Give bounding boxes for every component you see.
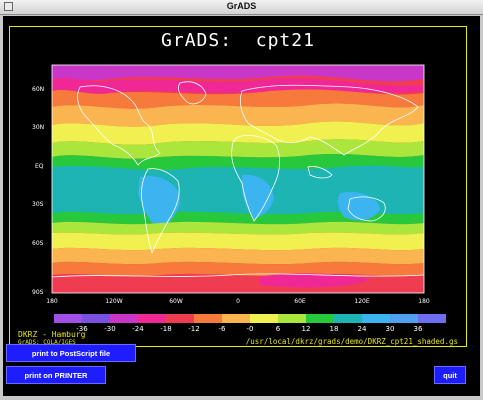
colorbar-label: -30 — [104, 325, 115, 333]
colorbar-label: 18 — [330, 325, 339, 333]
script-path: /usr/local/dkrz/grads/demo/DKRZ_cpt21_sh… — [245, 337, 458, 346]
lat-label: 30S — [32, 201, 44, 208]
print-postscript-button[interactable]: print to PostScript file — [6, 344, 136, 362]
lat-label: 30N — [32, 124, 44, 131]
colorbar-label: -24 — [132, 325, 144, 333]
colorbar: -36 -30 -24 -18 -12 -6 -0 6 12 18 24 30 36 — [54, 314, 446, 333]
colorbar-swatch — [334, 314, 362, 323]
lon-label: 60E — [294, 298, 306, 305]
lon-label: 120E — [354, 298, 369, 305]
lon-label: 180 — [418, 298, 430, 305]
colorbar-swatch — [306, 314, 334, 323]
colorbar-label: -0 — [247, 325, 254, 333]
colorbar-label: 12 — [302, 325, 311, 333]
map-field — [52, 65, 424, 293]
colorbar-swatch — [82, 314, 110, 323]
colorbar-swatch — [418, 314, 446, 323]
colorbar-swatch — [194, 314, 222, 323]
lat-axis-labels: 60N 30N EQ 30S 60S 90S — [32, 86, 44, 296]
temperature-map: 60N 30N EQ 30S 60S 90S 180 120W 60W 0 60… — [32, 64, 446, 333]
lat-label: 90S — [32, 289, 44, 296]
colorbar-label: -12 — [188, 325, 199, 333]
colorbar-label: 30 — [386, 325, 395, 333]
lon-axis-labels: 180 120W 60W 0 60E 120E 180 — [46, 298, 430, 305]
colorbar-label: -6 — [219, 325, 227, 333]
colorbar-swatch — [362, 314, 390, 323]
lat-label: EQ — [35, 163, 44, 170]
colorbar-swatch — [138, 314, 166, 323]
window-title: GrADS — [226, 1, 257, 11]
colorbar-label: -18 — [160, 325, 171, 333]
colorbar-swatch — [54, 314, 82, 323]
colorbar-label: 24 — [358, 325, 367, 333]
colorbar-swatch — [110, 314, 138, 323]
lat-label: 60S — [32, 240, 44, 247]
colorbar-swatch — [390, 314, 418, 323]
plot-area: GrADS: cpt21 60N 30N EQ 30S 60S 90S 180 … — [9, 26, 467, 347]
window-titlebar: GrADS — [0, 0, 483, 15]
lat-label: 60N — [32, 86, 44, 93]
quit-button[interactable]: quit — [434, 366, 466, 384]
lon-label: 60W — [169, 298, 183, 305]
colorbar-swatch — [166, 314, 194, 323]
colorbar-swatch — [250, 314, 278, 323]
grads-display-frame: GrADS: cpt21 60N 30N EQ 30S 60S 90S 180 … — [3, 16, 480, 396]
colorbar-swatch — [222, 314, 250, 323]
lon-label: 120W — [105, 298, 122, 305]
colorbar-swatch — [278, 314, 306, 323]
colorbar-label: 36 — [414, 325, 423, 333]
print-printer-button[interactable]: print on PRINTER — [6, 366, 106, 384]
colorbar-label: 6 — [276, 325, 281, 333]
lon-label: 0 — [236, 298, 240, 305]
credit-dkrz: DKRZ - Hamburg — [18, 330, 86, 339]
lon-label: 180 — [46, 298, 58, 305]
